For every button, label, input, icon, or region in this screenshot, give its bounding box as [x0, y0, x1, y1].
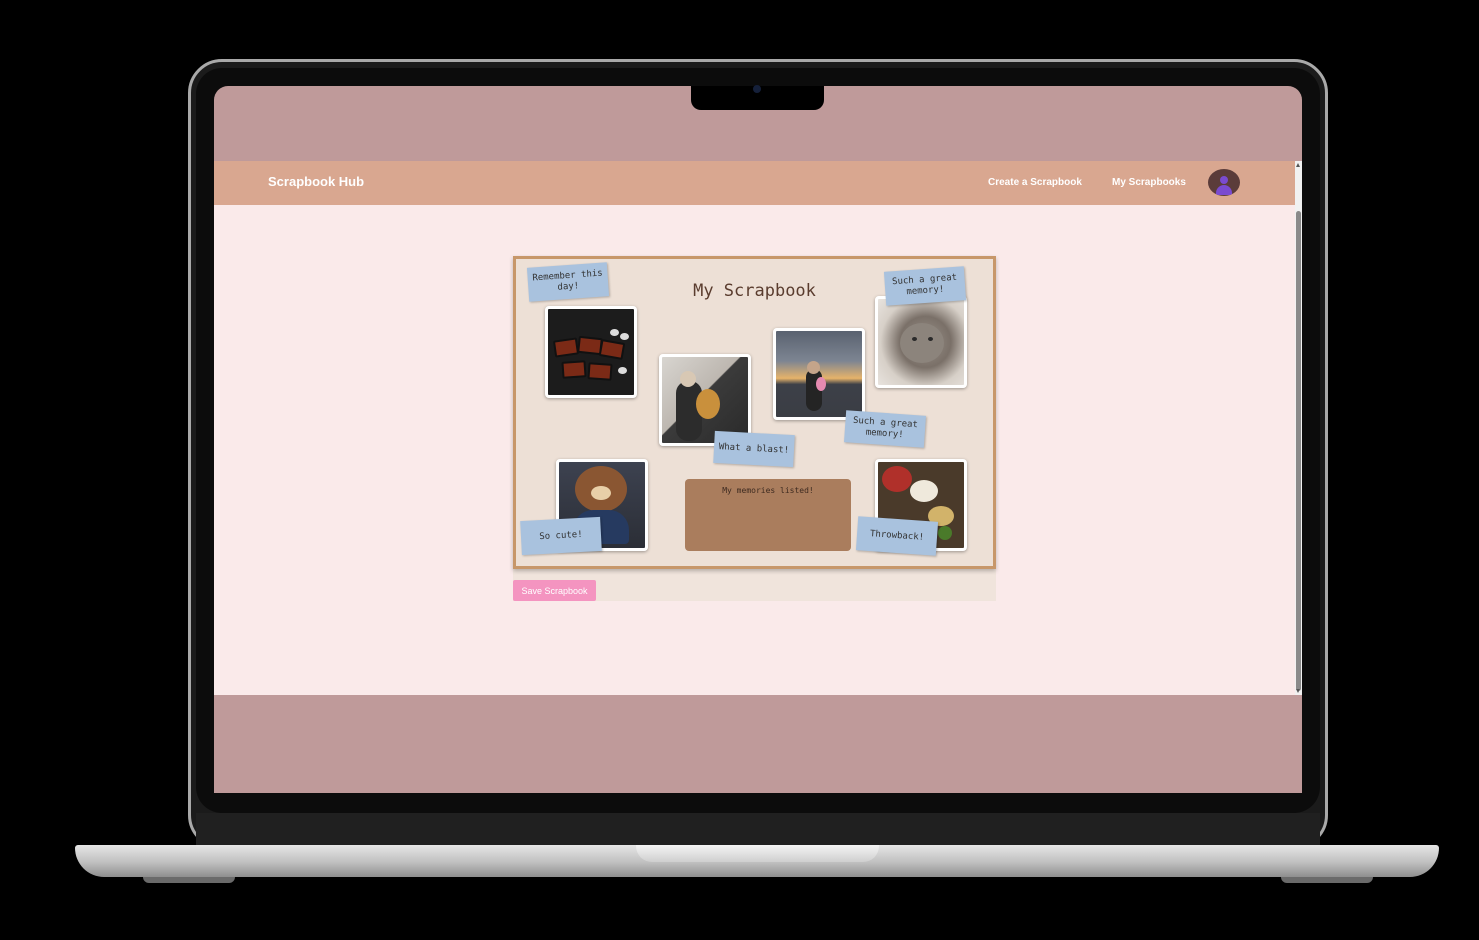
- user-icon-body: [1216, 185, 1232, 195]
- nav-my-scrapbooks[interactable]: My Scrapbooks: [1112, 177, 1186, 188]
- photo-sunset[interactable]: [773, 328, 865, 420]
- photo-detail: [807, 361, 820, 374]
- note-great-memory-mid[interactable]: Such a great memory!: [843, 410, 927, 448]
- memories-box[interactable]: My memories listed!: [685, 479, 851, 551]
- laptop-chin: [196, 813, 1320, 845]
- photo-detail: [620, 333, 629, 340]
- note-remember[interactable]: Remember this day!: [526, 262, 610, 302]
- photo-detail: [610, 329, 619, 336]
- page-scrollbar[interactable]: [1295, 161, 1302, 695]
- photo-detail: [912, 337, 917, 341]
- photo-detail: [591, 486, 611, 500]
- note-blast[interactable]: What a blast!: [713, 430, 795, 468]
- nav-create-scrapbook[interactable]: Create a Scrapbook: [988, 177, 1082, 188]
- web-page: Scrapbook Hub Create a Scrapbook My Scra…: [214, 161, 1295, 695]
- user-icon: [1220, 176, 1228, 184]
- photo-detail: [561, 360, 587, 379]
- navbar: Scrapbook Hub Create a Scrapbook My Scra…: [214, 161, 1295, 205]
- photo-detail: [587, 362, 613, 381]
- photo-detail: [900, 323, 944, 363]
- photo-detail: [552, 337, 580, 358]
- photo-detail: [618, 367, 627, 374]
- scrapbook-board: My Scrapbook Remember this day! Such a g…: [513, 256, 996, 569]
- photo-detail: [910, 480, 938, 502]
- photo-detail: [928, 337, 933, 341]
- scroll-up-arrow-icon[interactable]: [1296, 163, 1300, 167]
- photo-cat[interactable]: [875, 296, 967, 388]
- photo-food-trays[interactable]: [545, 306, 637, 398]
- laptop-foot: [1281, 877, 1373, 883]
- scrapbook-container: My Scrapbook Remember this day! Such a g…: [513, 256, 996, 601]
- note-great-memory-top[interactable]: Such a great memory!: [883, 266, 967, 306]
- brand-logo-text[interactable]: Scrapbook Hub: [268, 174, 364, 189]
- camera-icon: [753, 85, 761, 93]
- photo-detail: [816, 377, 826, 391]
- scroll-down-arrow-icon[interactable]: [1296, 689, 1300, 693]
- laptop-foot: [143, 877, 235, 883]
- photo-detail: [680, 371, 696, 387]
- laptop-screen: Scrapbook Hub Create a Scrapbook My Scra…: [214, 86, 1302, 793]
- photo-detail: [882, 466, 912, 492]
- photo-detail: [598, 339, 626, 360]
- photo-detail: [938, 526, 952, 540]
- scrollbar-thumb[interactable]: [1296, 211, 1301, 691]
- note-throwback[interactable]: Throwback!: [855, 516, 939, 556]
- user-avatar[interactable]: [1208, 169, 1240, 196]
- photo-detail: [696, 389, 720, 419]
- save-scrapbook-button[interactable]: Save Scrapbook: [513, 580, 596, 601]
- laptop-hinge-notch: [636, 845, 879, 862]
- note-cute[interactable]: So cute!: [520, 516, 602, 556]
